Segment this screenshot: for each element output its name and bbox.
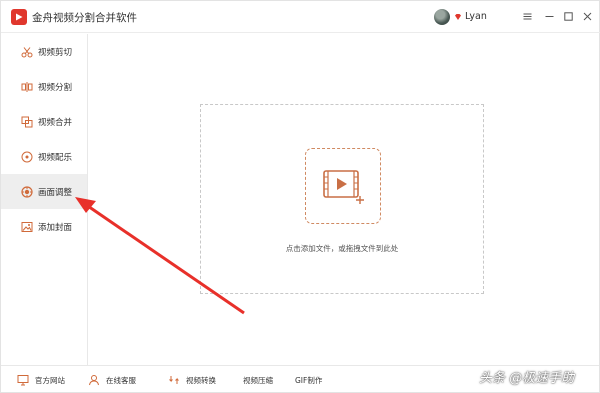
sidebar-item-add-cover[interactable]: 添加封面 [1, 209, 87, 244]
scissors-icon [21, 46, 33, 58]
close-icon [583, 12, 591, 20]
minimize-icon [545, 15, 553, 17]
bottom-item-label: 视频转换 [186, 375, 216, 385]
file-drop-zone[interactable]: 点击添加文件，或拖拽文件到此处 [200, 104, 484, 294]
image-icon [21, 221, 33, 233]
sidebar-item-picture-adjust[interactable]: 画面调整 [1, 174, 87, 209]
bottom-item-label: 在线客服 [106, 375, 136, 385]
add-video-icon [323, 170, 364, 204]
split-icon [21, 81, 33, 93]
video-convert-link[interactable]: 视频转换 [168, 373, 216, 387]
adjust-icon [21, 185, 33, 198]
vip-diamond-icon [455, 14, 461, 20]
sidebar-item-video-split[interactable]: 视频分割 [1, 69, 87, 104]
online-support-link[interactable]: 在线客服 [88, 373, 136, 387]
user-avatar[interactable] [434, 9, 450, 25]
monitor-icon [17, 374, 29, 386]
music-disc-icon [21, 151, 33, 163]
sidebar-item-label: 视频分割 [38, 82, 73, 93]
sidebar-item-video-cut[interactable]: 视频剪切 [1, 34, 87, 69]
maximize-button[interactable] [561, 9, 575, 23]
sidebar-item-label: 添加封面 [38, 222, 73, 233]
sidebar-item-label: 视频合并 [38, 117, 73, 128]
sidebar-item-label: 视频剪切 [38, 47, 73, 58]
app-window: 金舟视频分割合并软件 Lyan 视频剪切 视频分割 视频合并 视频配乐 画面调整… [0, 0, 600, 393]
maximize-icon [563, 11, 573, 21]
bottom-item-label: GIF制作 [295, 375, 323, 385]
title-bar: 金舟视频分割合并软件 Lyan [1, 1, 600, 33]
drop-hint-text: 点击添加文件，或拖拽文件到此处 [285, 244, 399, 253]
video-compress-link[interactable]: 视频压缩 [243, 373, 273, 387]
sidebar-item-label: 画面调整 [38, 187, 73, 198]
add-file-button[interactable] [305, 148, 381, 224]
menu-button[interactable] [520, 9, 534, 23]
merge-icon [21, 116, 33, 128]
app-title: 金舟视频分割合并软件 [32, 12, 137, 24]
sidebar-item-video-merge[interactable]: 视频合并 [1, 104, 87, 139]
sidebar-item-label: 视频配乐 [38, 152, 73, 163]
sidebar-item-video-music[interactable]: 视频配乐 [1, 139, 87, 174]
sidebar: 视频剪切 视频分割 视频合并 视频配乐 画面调整 添加封面 [1, 34, 88, 365]
bottom-item-label: 官方网站 [35, 375, 65, 385]
convert-icon [168, 374, 180, 386]
watermark-text: 头条 @极速手助 [479, 371, 575, 386]
support-icon [88, 374, 100, 386]
user-name[interactable]: Lyan [465, 11, 487, 22]
menu-icon [523, 13, 531, 19]
close-button[interactable] [580, 9, 594, 23]
bottom-item-label: 视频压缩 [243, 375, 273, 385]
main-panel: 点击添加文件，或拖拽文件到此处 [89, 34, 599, 365]
minimize-button[interactable] [542, 9, 556, 23]
official-site-link[interactable]: 官方网站 [17, 373, 65, 387]
app-logo-icon [11, 9, 27, 25]
gif-maker-link[interactable]: GIF制作 [295, 373, 322, 387]
